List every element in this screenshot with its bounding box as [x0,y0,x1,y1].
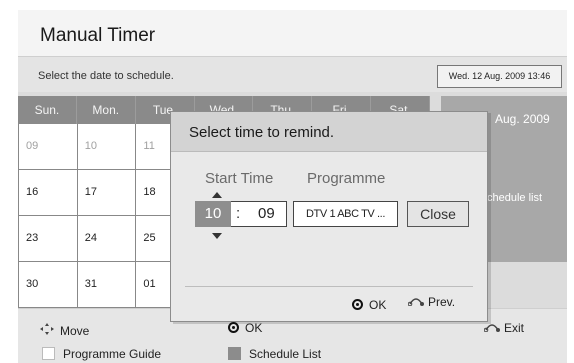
side-panel-schedule-list[interactable]: chedule list [487,192,542,204]
instruction-text: Select the date to schedule. [38,70,174,82]
info-bar: Select the date to schedule. Wed. 12 Aug… [18,56,567,92]
minute-field[interactable]: 09 [258,205,275,222]
arrow-up-icon[interactable] [212,192,222,198]
calendar-day-cell[interactable]: 17 [77,170,137,216]
close-button[interactable]: Close [407,201,469,227]
calendar-day-cell[interactable]: 09 [19,124,78,170]
hour-field[interactable]: 10 [195,201,231,227]
calendar-day-cell[interactable]: 24 [77,216,137,262]
white-key-icon [42,347,55,360]
title-bar: Manual Timer [18,10,567,56]
programme-guide-label: Programme Guide [63,347,162,361]
return-icon [407,295,424,309]
dialog-divider [185,286,473,287]
manual-timer-screen: Manual Timer Select the date to schedule… [0,0,574,363]
programme-label: Programme [307,170,386,187]
programme-guide-button[interactable]: Programme Guide [42,347,161,361]
calendar-day-cell[interactable]: 16 [19,170,78,216]
start-time-label: Start Time [205,170,274,187]
weekday-header-1: Mon. [77,96,136,124]
calendar-day-cell[interactable]: 23 [19,216,78,262]
dialog-prev-hint[interactable]: Prev. [407,295,456,309]
dialog-title: Select time to remind. [189,124,335,141]
exit-label: Exit [504,321,525,335]
schedule-list-label: Schedule List [249,347,322,361]
calendar-day-cell[interactable]: 31 [77,262,137,308]
arrow-down-icon[interactable] [212,233,222,239]
gray-key-icon [228,347,241,360]
dialog-prev-label: Prev. [428,295,456,309]
weekday-header-0: Sun. [18,96,77,124]
programme-select[interactable]: DTV 1 ABC TV ... [293,201,398,227]
ok-button-icon [352,299,363,310]
page-title: Manual Timer [40,25,156,46]
remind-time-dialog: Select time to remind. Start Time Progra… [170,111,488,322]
calendar-day-cell[interactable]: 30 [19,262,78,308]
dialog-ok-label: OK [369,298,387,312]
move-hint: Move [40,323,89,338]
current-datetime: Wed. 12 Aug. 2009 13:46 [437,65,562,88]
dialog-ok-hint[interactable]: OK [352,298,386,312]
start-time-field[interactable]: 10 : 09 [195,201,287,227]
calendar-day-cell[interactable]: 10 [77,124,137,170]
move-label: Move [60,324,90,338]
schedule-list-button[interactable]: Schedule List [228,347,321,361]
four-way-arrow-icon [40,323,54,338]
time-separator: : [236,205,241,222]
side-panel-month: Aug. 2009 [495,112,550,126]
dialog-header: Select time to remind. [171,112,487,152]
